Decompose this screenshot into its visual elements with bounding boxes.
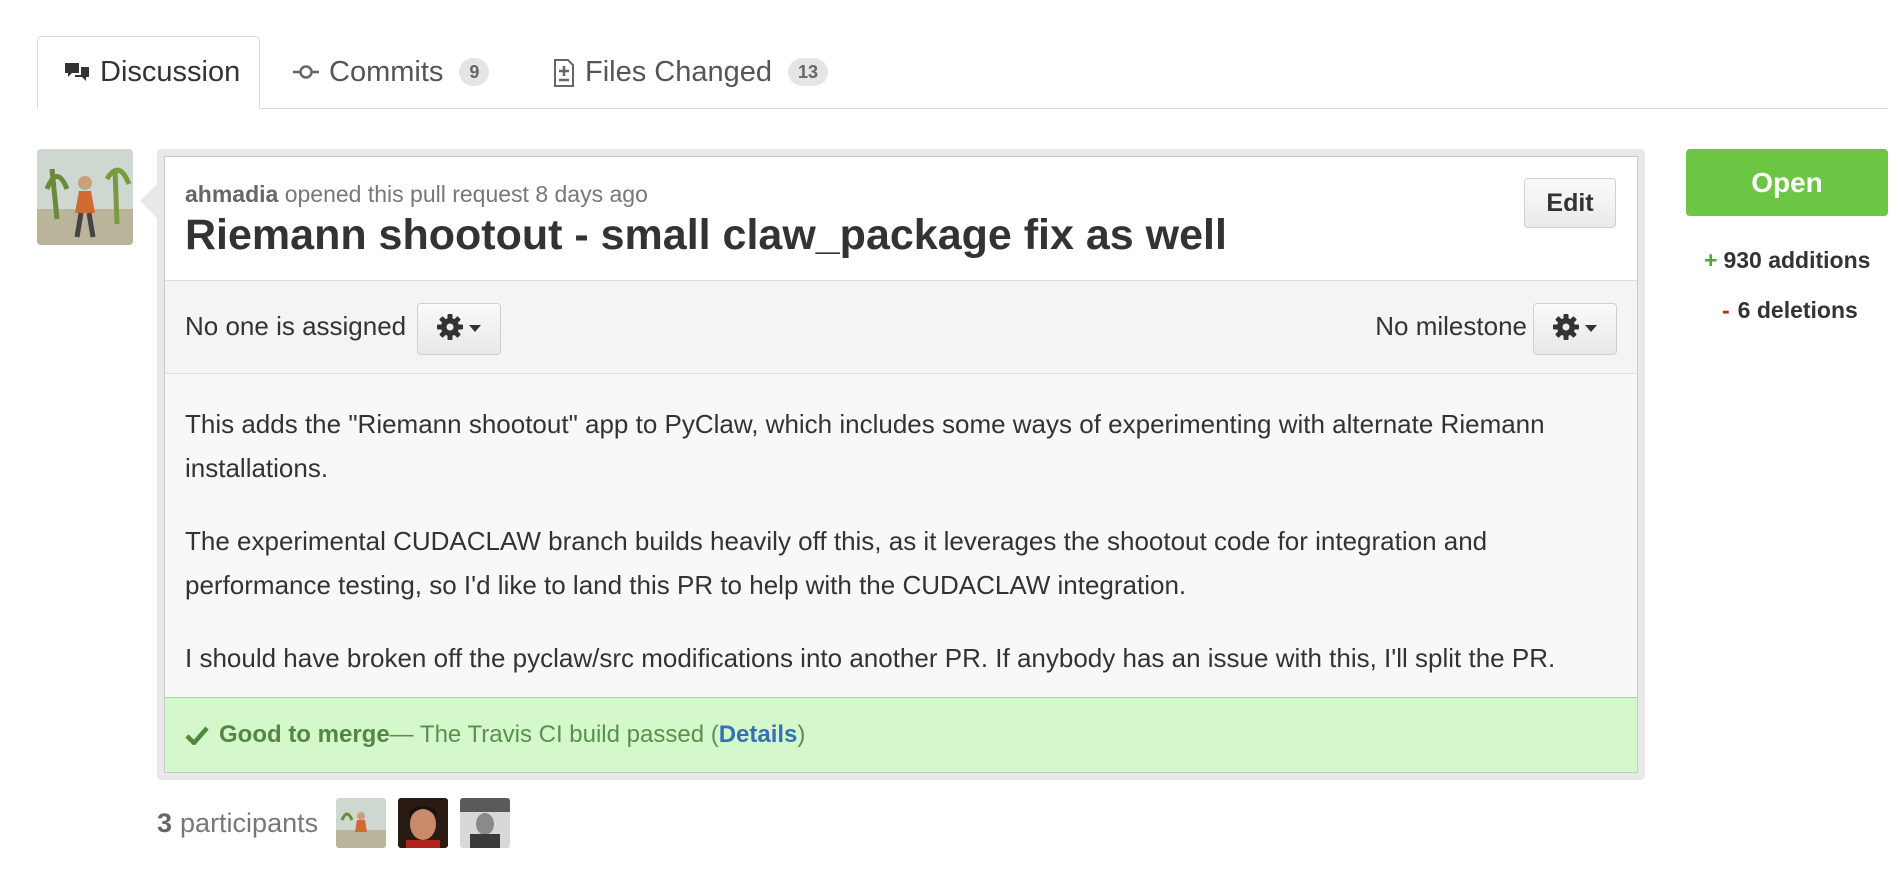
pr-author-link[interactable]: ahmadia [185,181,278,207]
deletions-count: 6 deletions [1737,297,1858,323]
check-icon [185,725,209,745]
commit-icon [293,62,319,82]
pr-title: Riemann shootout - small claw_package fi… [185,211,1227,259]
assignment-bar: No one is assigned No milestone [165,281,1637,374]
gear-icon [436,313,464,346]
additions-count: 930 additions [1723,247,1871,273]
assignee-settings-button[interactable] [417,303,501,355]
pr-tabs: Discussion Commits 9 Files Changed 13 [37,36,1887,109]
caret-down-icon [468,320,482,338]
additions-stat: +930 additions [1704,247,1870,274]
tab-commits[interactable]: Commits 9 [293,36,490,108]
tab-files-label: Files Changed [585,55,772,88]
merge-close-paren: ) [797,721,806,748]
tab-discussion[interactable]: Discussion [37,36,260,109]
tab-discussion-label: Discussion [100,56,241,88]
participant-avatar[interactable] [460,798,511,848]
deletions-stat: -6 deletions [1722,297,1858,324]
commits-count-badge: 9 [459,58,490,86]
diff-file-icon [553,56,575,88]
pr-opened-text: opened this pull request 8 days ago [278,181,648,207]
pr-body-paragraph: The experimental CUDACLAW branch builds … [185,526,1488,600]
milestone-settings-button[interactable] [1533,303,1617,355]
additions-sign: + [1704,247,1718,273]
pr-meta: ahmadia opened this pull request 8 days … [185,181,648,208]
deletions-sign: - [1722,297,1730,323]
ci-details-link[interactable]: Details [719,721,798,749]
merge-status-message: — The Travis CI build passed ( [389,721,719,748]
caret-down-icon [1584,320,1598,338]
pr-description-box: ahmadia opened this pull request 8 days … [164,156,1638,773]
edit-button[interactable]: Edit [1524,178,1616,228]
pr-header: ahmadia opened this pull request 8 days … [165,157,1637,281]
pr-body-paragraph: I should have broken off the pyclaw/src … [185,643,1556,673]
tab-commits-label: Commits [329,55,444,88]
pr-body-paragraph: This adds the "Riemann shootout" app to … [185,409,1545,483]
assignee-text: No one is assigned [185,311,407,341]
merge-status-label: Good to merge [219,721,390,748]
speech-bubbles-icon [64,61,90,85]
participants-count: 3 [157,807,173,838]
participant-avatar[interactable] [398,798,449,848]
milestone-text: No milestone [1375,311,1527,341]
pr-body: This adds the "Riemann shootout" app to … [185,402,1615,709]
pr-state-badge: Open [1686,149,1888,216]
participants-row: 3 participants [157,798,511,848]
comment-pointer [140,183,158,219]
author-avatar[interactable] [37,149,133,245]
participants-label: participants [180,807,319,838]
participant-avatar[interactable] [336,798,387,848]
merge-status-bar: Good to merge — The Travis CI build pass… [165,697,1637,772]
files-count-badge: 13 [788,58,829,86]
gear-icon [1552,313,1580,346]
tab-files-changed[interactable]: Files Changed 13 [553,36,829,108]
